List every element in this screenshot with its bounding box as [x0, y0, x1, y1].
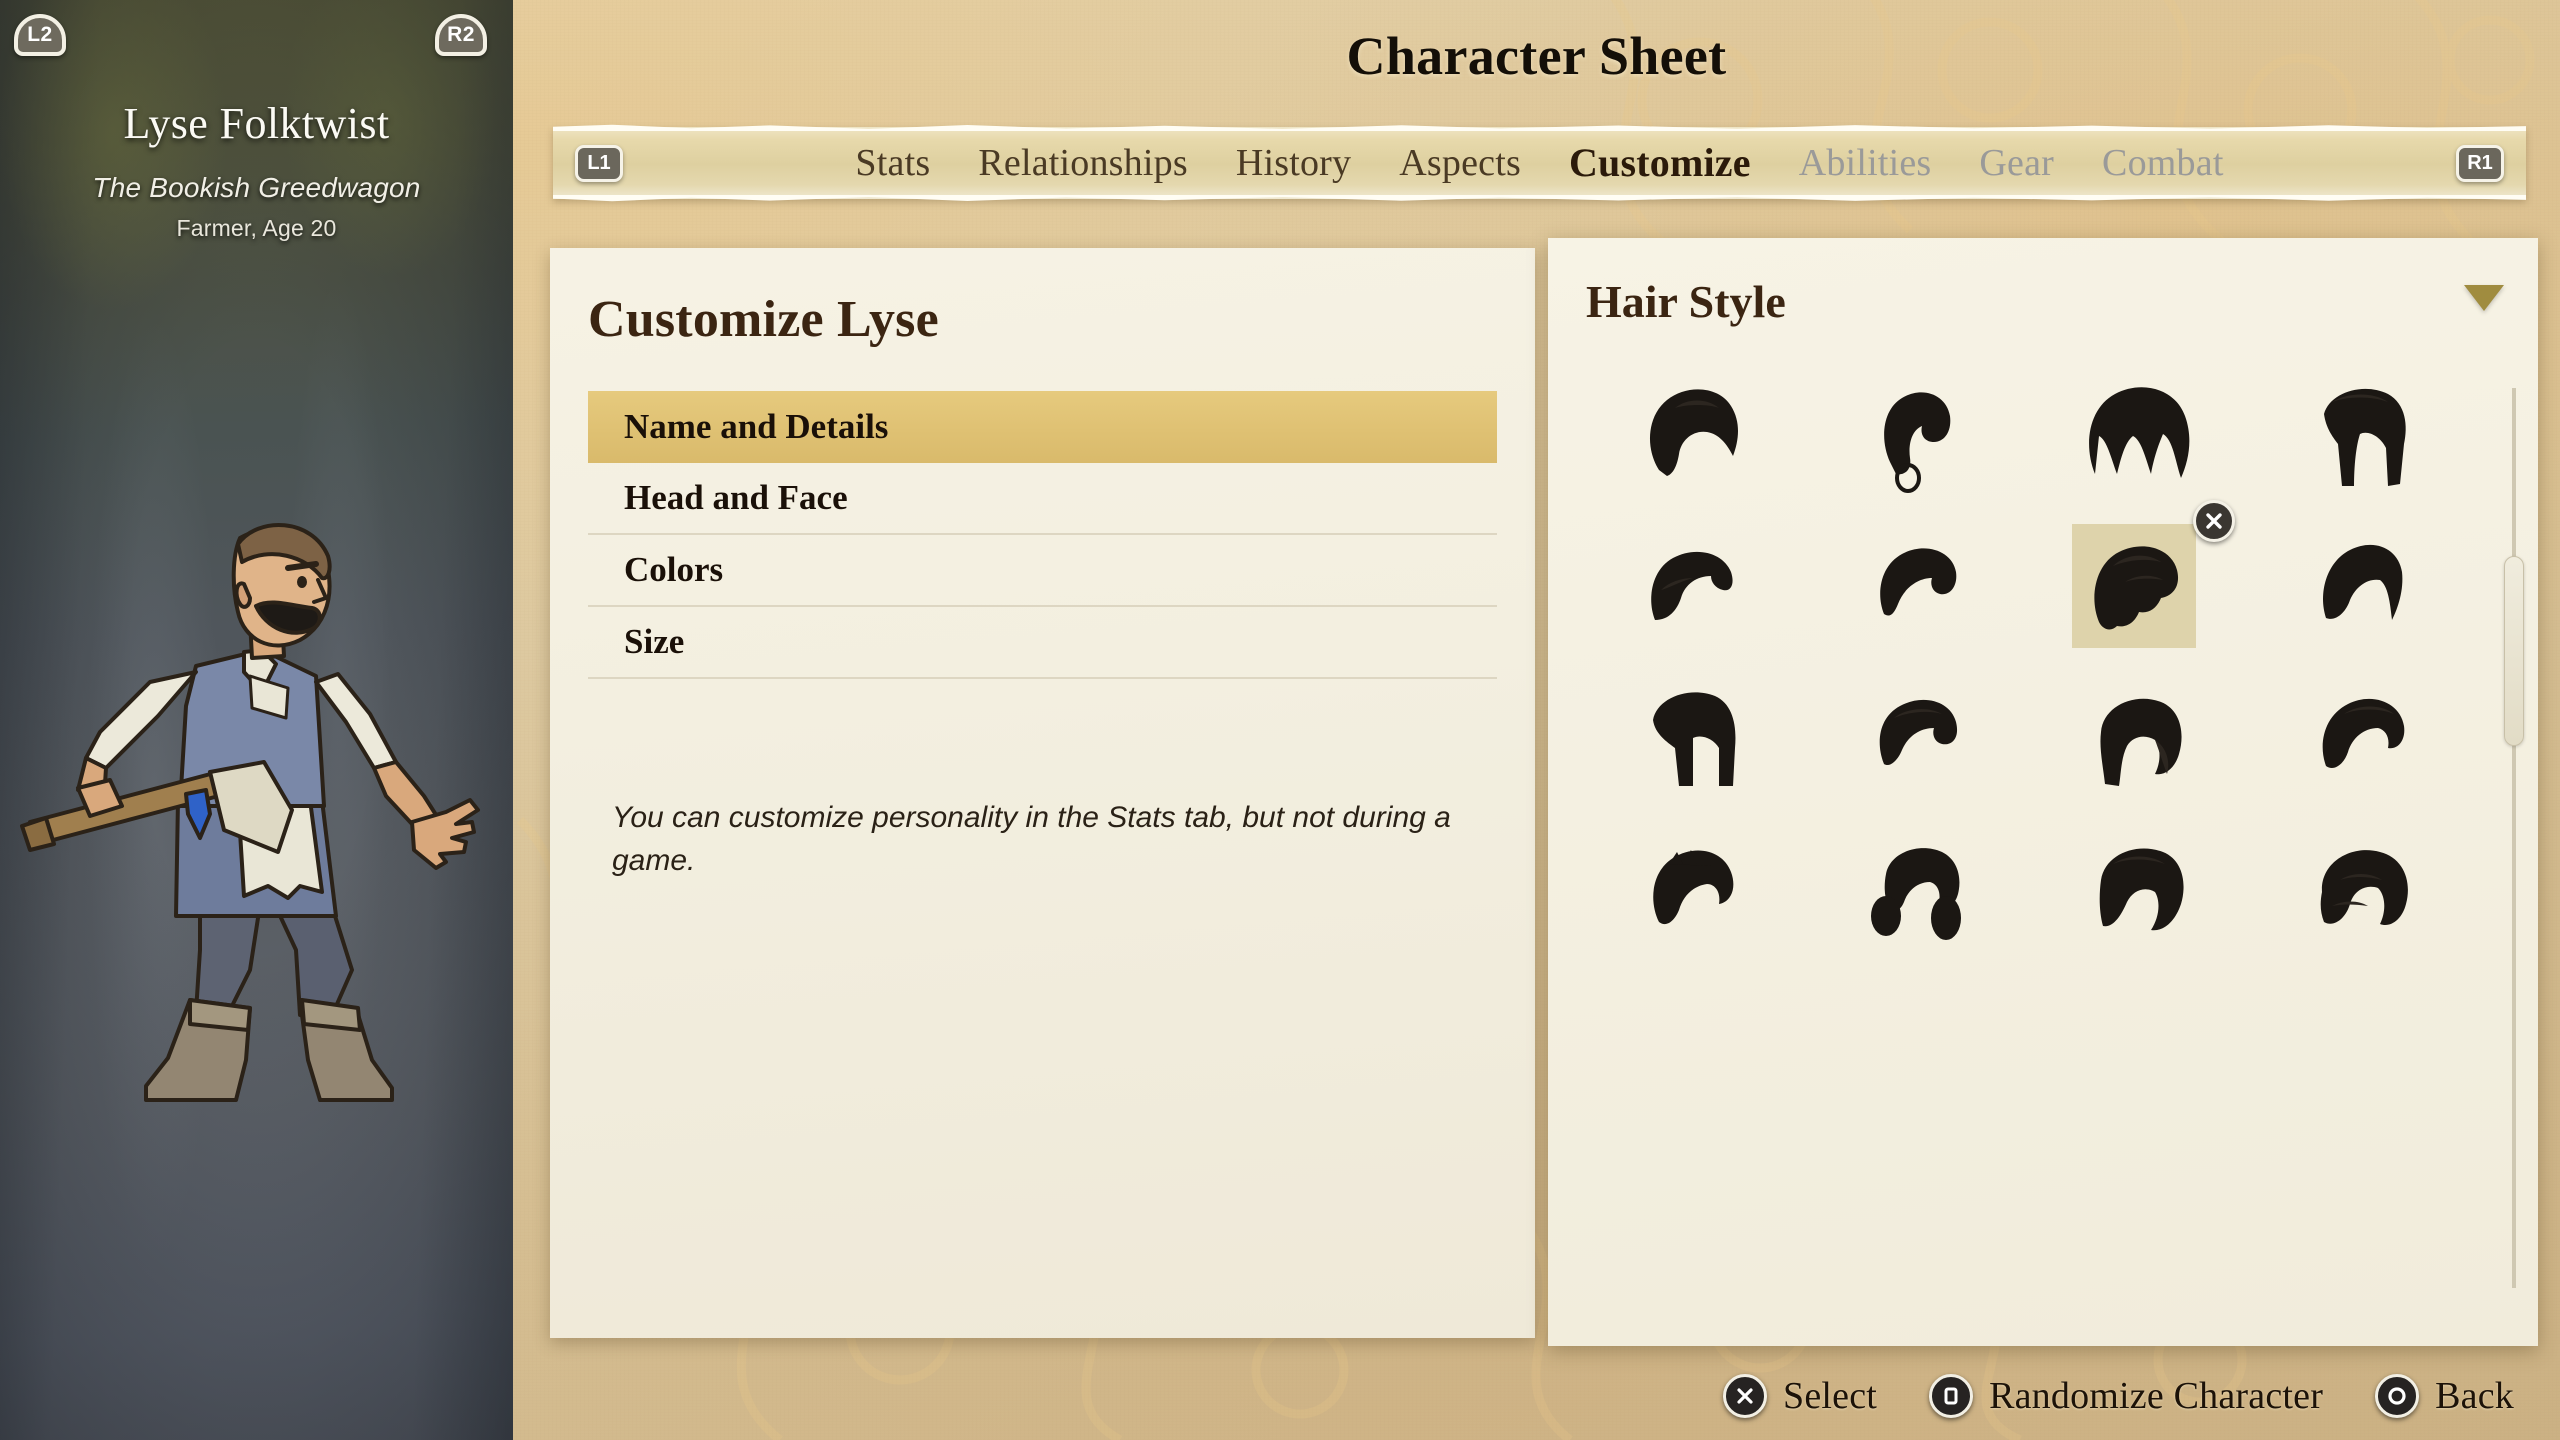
l1-bumper-badge[interactable]: L1 — [575, 145, 623, 182]
hair-option-afro-rounded[interactable] — [2028, 360, 2239, 508]
character-name: Lyse Folktwist — [0, 98, 513, 149]
option-label: Name and Details — [624, 407, 888, 447]
hair-option-pompadour-short[interactable] — [1805, 664, 2016, 812]
action-select[interactable]: Select — [1723, 1374, 1877, 1418]
square-button-icon — [1929, 1374, 1973, 1418]
action-randomize-character[interactable]: Randomize Character — [1929, 1374, 2323, 1418]
hair-option-slicked-side-part[interactable] — [1805, 512, 2016, 660]
help-text: You can customize personality in the Sta… — [588, 797, 1497, 882]
tab-history[interactable]: History — [1212, 144, 1375, 182]
hair-scrollbar-thumb[interactable] — [2504, 556, 2524, 746]
hair-option-long-wavy-side[interactable] — [2028, 816, 2239, 964]
option-name-and-details[interactable]: Name and Details — [588, 391, 1497, 463]
character-portrait — [0, 500, 513, 1120]
option-label: Head and Face — [624, 478, 848, 518]
action-bar: Select Randomize Character Back — [1723, 1374, 2514, 1418]
character-sheet-screen: L2 R2 Lyse Folktwist The Bookish Greedwa… — [0, 0, 2560, 1440]
r2-bumper-label: R2 — [447, 23, 475, 47]
hair-option-shaggy-fringe-layered[interactable] — [2028, 512, 2239, 660]
tab-aspects[interactable]: Aspects — [1375, 144, 1545, 182]
tab-combat: Combat — [2078, 144, 2248, 182]
tab-customize[interactable]: Customize — [1545, 143, 1775, 183]
hair-option-swoop-side-bang[interactable] — [2251, 512, 2462, 660]
tab-abilities: Abilities — [1775, 144, 1956, 182]
close-icon[interactable] — [2193, 500, 2235, 542]
character-subtitle: Farmer, Age 20 — [0, 215, 513, 242]
hair-option-pixie-spiky[interactable] — [2251, 664, 2462, 812]
tab-stats[interactable]: Stats — [831, 144, 954, 182]
hair-option-long-straight-parted[interactable] — [2251, 360, 2462, 508]
page-title: Character Sheet — [513, 25, 2560, 87]
hair-option-curly-volume-short[interactable] — [1582, 360, 1793, 508]
hair-style-title: Hair Style — [1586, 275, 1786, 328]
action-back[interactable]: Back — [2375, 1374, 2514, 1418]
action-label: Randomize Character — [1989, 1374, 2323, 1418]
option-label: Size — [624, 622, 684, 662]
option-size[interactable]: Size — [588, 607, 1497, 679]
r1-bumper-label: R1 — [2467, 152, 2493, 175]
tab-bar: L1 Stats Relationships History Aspects C… — [553, 127, 2526, 199]
chevron-down-icon[interactable] — [2464, 285, 2504, 311]
l2-bumper-label: L2 — [27, 23, 53, 47]
option-label: Colors — [624, 550, 723, 590]
hair-option-curly-pigtails[interactable] — [1805, 816, 2016, 964]
hair-option-side-swept-curl-earring[interactable] — [1805, 360, 2016, 508]
r1-bumper-badge[interactable]: R1 — [2456, 145, 2504, 182]
hair-scrollbar-track[interactable] — [2512, 388, 2516, 1288]
tab-relationships[interactable]: Relationships — [954, 144, 1212, 182]
hair-option-tousled-fringe[interactable] — [1582, 816, 1793, 964]
customize-heading: Customize Lyse — [588, 290, 1497, 349]
option-head-and-face[interactable]: Head and Face — [588, 463, 1497, 535]
hair-option-wavy-side-ponytail[interactable] — [2028, 664, 2239, 812]
character-preview-panel: L2 R2 Lyse Folktwist The Bookish Greedwa… — [0, 0, 513, 1440]
hair-style-panel: Hair Style — [1548, 238, 2538, 1346]
hair-option-curly-shoulder-length[interactable] — [2251, 816, 2462, 964]
tab-list: Stats Relationships History Aspects Cust… — [623, 143, 2456, 183]
cross-button-icon — [1723, 1374, 1767, 1418]
character-epithet: The Bookish Greedwagon — [0, 172, 513, 204]
l1-bumper-label: L1 — [587, 152, 610, 175]
action-label: Select — [1783, 1374, 1877, 1418]
action-label: Back — [2435, 1374, 2514, 1418]
customize-panel: Customize Lyse Name and Details Head and… — [550, 248, 1535, 1338]
hair-style-grid — [1582, 360, 2462, 1330]
tab-gear: Gear — [1955, 144, 2078, 182]
circle-button-icon — [2375, 1374, 2419, 1418]
hair-panel-header: Hair Style — [1586, 266, 2504, 336]
hair-option-wavy-bob-short[interactable] — [1582, 512, 1793, 660]
hair-option-straight-long-blunt[interactable] — [1582, 664, 1793, 812]
option-colors[interactable]: Colors — [588, 535, 1497, 607]
